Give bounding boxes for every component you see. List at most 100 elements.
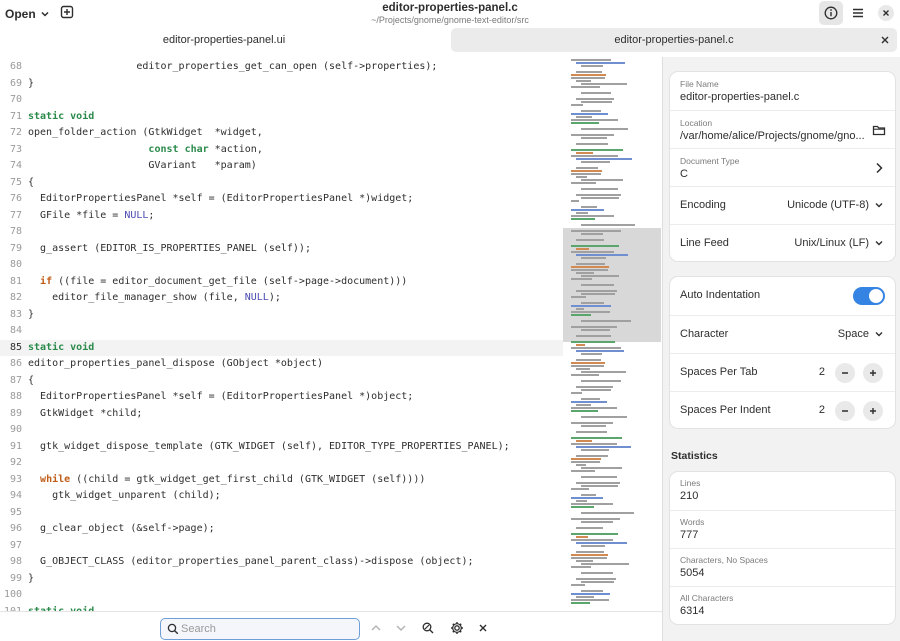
code-text: const char *action, (148, 143, 263, 155)
code-line[interactable]: 89 GtkWidget *child; (0, 406, 563, 423)
code-line[interactable]: 91 gtk_widget_dispose_template (GTK_WIDG… (0, 439, 563, 456)
code-line[interactable]: 78 (0, 224, 563, 241)
encoding-dropdown[interactable]: Unicode (UTF-8) (787, 199, 883, 211)
code-line[interactable]: 76 EditorPropertiesPanel *self = (Editor… (0, 191, 563, 208)
tab-editor-properties-panel-ui[interactable]: editor-properties-panel.ui (0, 28, 448, 52)
code-line[interactable]: 96 g_clear_object (&self->page); (0, 521, 563, 538)
minimap-line (571, 326, 617, 328)
code-line[interactable]: 72 open_folder_action (GtkWidget *widget, (0, 125, 563, 142)
line-number: 69 (9, 77, 22, 89)
replace-toggle-button[interactable] (420, 620, 436, 636)
properties-toggle-button[interactable] (819, 1, 843, 25)
code-line[interactable]: 92 (0, 455, 563, 472)
code-line[interactable]: 69} (0, 76, 563, 93)
chars-no-spaces-value: 5054 (680, 567, 705, 579)
spaces-per-tab-value[interactable]: 2 (819, 366, 825, 378)
code-line[interactable]: 71 static void (0, 109, 563, 126)
code-line[interactable]: 77 GFile *file = NULL; (0, 208, 563, 225)
search-box[interactable] (160, 618, 360, 640)
code-line[interactable]: 83} (0, 307, 563, 324)
line-feed-dropdown[interactable]: Unix/Linux (LF) (794, 237, 883, 249)
minimap-line (571, 104, 583, 106)
minimap-line (576, 542, 627, 544)
close-icon (883, 10, 889, 16)
code-line[interactable]: 73 const char *action, (0, 142, 563, 159)
code-line[interactable]: 100 (0, 587, 563, 604)
minimap[interactable] (563, 57, 661, 611)
code-line[interactable]: 84 (0, 323, 563, 340)
minimap-line (571, 74, 606, 76)
minimap-line (576, 239, 604, 241)
spaces-per-tab-decrement-button[interactable] (835, 363, 855, 383)
code-line[interactable]: 98 G_OBJECT_CLASS (editor_properties_pan… (0, 554, 563, 571)
words-label: Words (680, 517, 705, 527)
code-line[interactable]: 97 (0, 538, 563, 555)
code-line[interactable]: 90 (0, 422, 563, 439)
spaces-per-indent-decrement-button[interactable] (835, 401, 855, 421)
encoding-row[interactable]: Encoding Unicode (UTF-8) (670, 186, 895, 224)
code-line[interactable]: 68 editor_properties_get_can_open (self-… (0, 59, 563, 76)
code-line[interactable]: 81 if ((file = editor_document_get_file … (0, 274, 563, 291)
new-tab-icon[interactable] (60, 5, 74, 19)
close-tab-icon[interactable] (879, 34, 891, 46)
code-line[interactable]: 79 g_assert (EDITOR_IS_PROPERTIES_PANEL … (0, 241, 563, 258)
line-number: 78 (9, 226, 22, 237)
spaces-per-tab-increment-button[interactable] (863, 363, 883, 383)
minimap-line (581, 521, 613, 523)
open-button[interactable]: Open (5, 5, 50, 23)
chevron-right-icon (876, 162, 883, 174)
minimap-line (571, 599, 609, 601)
spaces-per-indent-value[interactable]: 2 (819, 404, 825, 416)
character-row[interactable]: Character Space (670, 315, 895, 353)
spaces-per-tab-label: Spaces Per Tab (680, 366, 758, 378)
main-menu-button[interactable] (846, 1, 870, 25)
previous-match-button[interactable] (368, 620, 384, 636)
minimap-line (576, 335, 611, 337)
minimap-line (571, 437, 622, 439)
code-line[interactable]: 95 (0, 505, 563, 522)
code-line[interactable]: 75 { (0, 175, 563, 192)
line-number: 79 (9, 242, 22, 254)
code-text: GFile *file = NULL; (28, 209, 155, 221)
code-line[interactable]: 101 static void (0, 604, 563, 612)
minimap-line (571, 245, 619, 247)
auto-indentation-row[interactable]: Auto Indentation (670, 277, 895, 315)
search-options-button[interactable] (449, 620, 465, 636)
search-icon (167, 623, 179, 635)
code-line[interactable]: 82 editor_file_manager_show (file, NULL)… (0, 290, 563, 307)
spaces-per-indent-increment-button[interactable] (863, 401, 883, 421)
code-line[interactable]: 99} (0, 571, 563, 588)
code-line[interactable]: 86 editor_properties_panel_dispose (GObje… (0, 356, 563, 373)
minimap-line (576, 596, 594, 598)
line-number: 84 (9, 325, 22, 336)
code-line[interactable]: 85 static void (0, 339, 563, 356)
minimap-line (581, 398, 600, 400)
code-line[interactable]: 88 EditorPropertiesPanel *self = (Editor… (0, 389, 563, 406)
close-window-button[interactable] (874, 1, 898, 25)
search-input[interactable] (181, 622, 351, 636)
tab-bar: editor-properties-panel.ui editor-proper… (0, 28, 900, 52)
code-line[interactable]: 74 GVariant *param) (0, 158, 563, 175)
minimap-line (576, 578, 616, 580)
line-number: 92 (9, 457, 22, 468)
line-feed-row[interactable]: Line Feed Unix/Linux (LF) (670, 224, 895, 261)
tab-editor-properties-panel-c[interactable]: editor-properties-panel.c (451, 28, 897, 52)
folder-icon[interactable] (872, 123, 886, 137)
code-line[interactable]: 70 (0, 92, 563, 109)
character-dropdown[interactable]: Space (838, 328, 883, 340)
code-line[interactable]: 93 while ((child = gtk_widget_get_first_… (0, 472, 563, 489)
auto-indentation-switch[interactable] (853, 287, 885, 305)
file-name-row[interactable]: File Name editor-properties-panel.c (670, 72, 895, 110)
code-editor[interactable]: 68 editor_properties_get_can_open (self-… (0, 57, 563, 611)
minimap-line (576, 560, 593, 562)
minimap-line (571, 401, 607, 403)
minimap-line (581, 425, 606, 427)
line-number: 86 (9, 358, 22, 369)
code-line[interactable]: 80 (0, 257, 563, 274)
code-line[interactable]: 94 gtk_widget_unparent (child); (0, 488, 563, 505)
code-line[interactable]: 87 { (0, 373, 563, 390)
next-match-button[interactable] (393, 620, 409, 636)
document-type-row[interactable]: Document Type C (670, 148, 895, 186)
replace-icon (422, 622, 434, 634)
close-search-button[interactable] (475, 620, 491, 636)
